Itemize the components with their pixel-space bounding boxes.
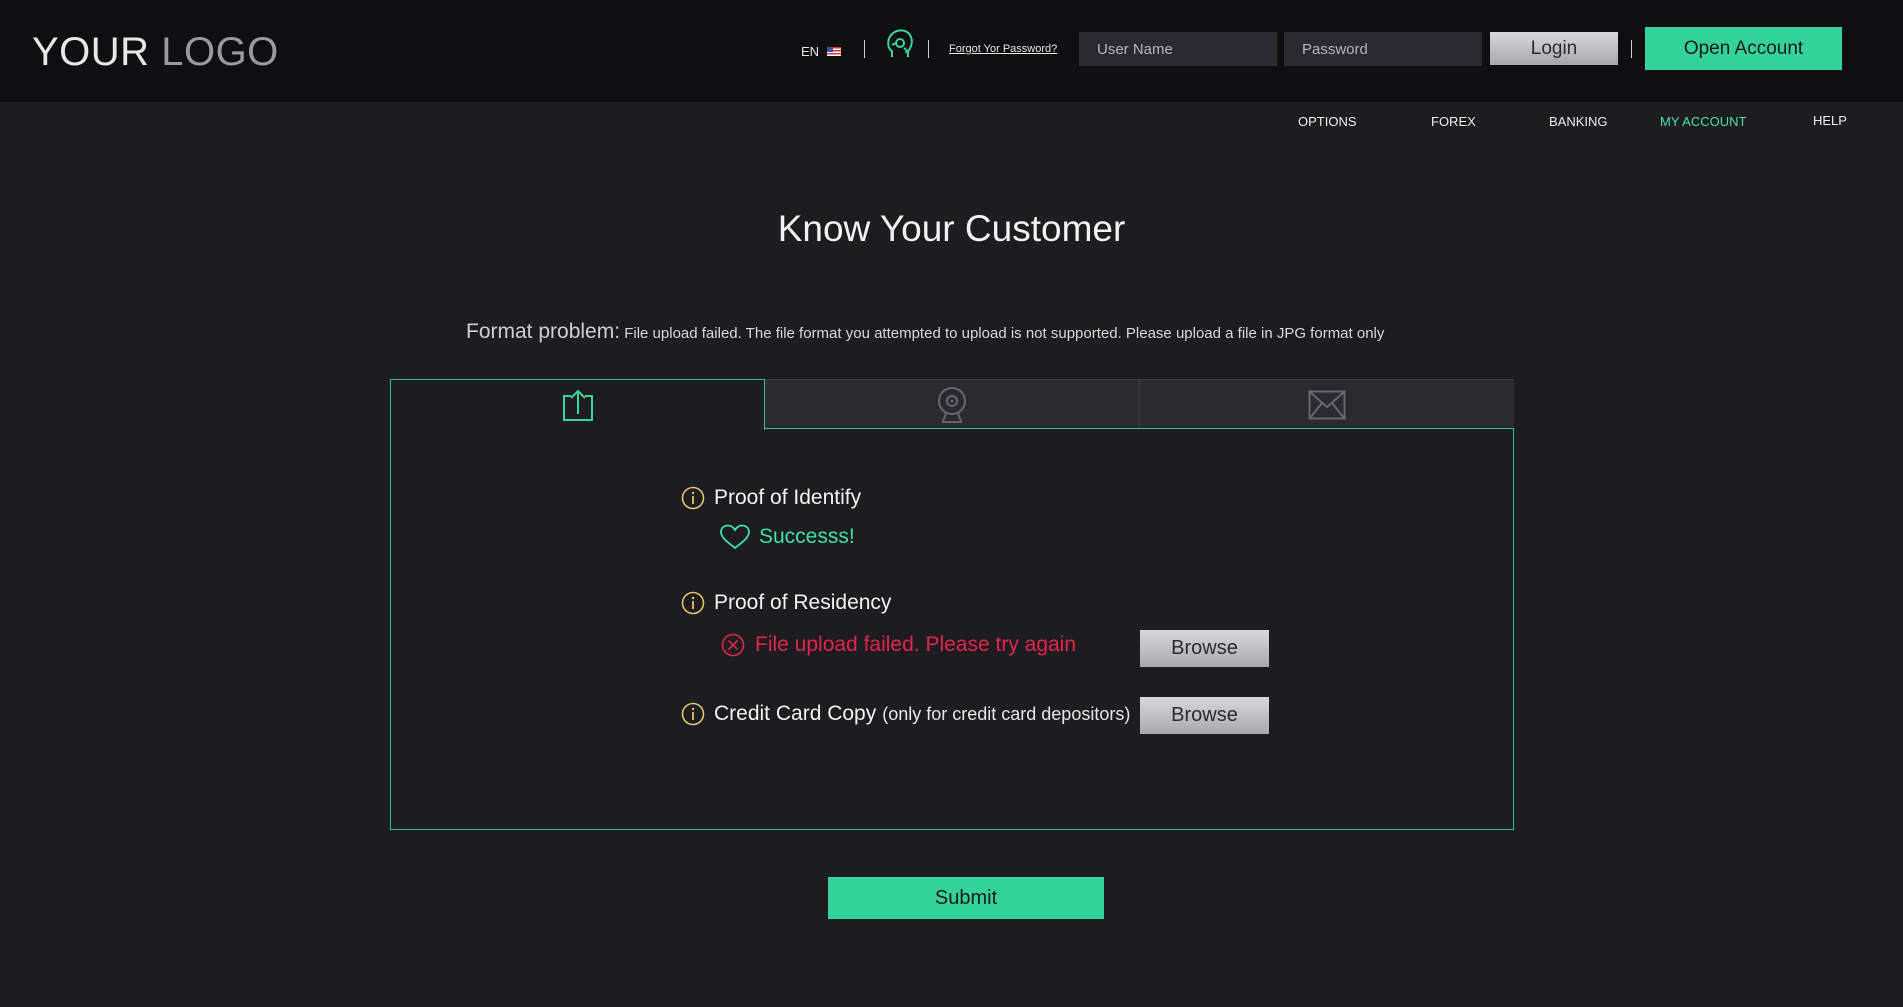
- logo-main-text: YOUR: [32, 30, 150, 74]
- upload-panel: [390, 428, 1514, 830]
- success-status-text: Successs!: [759, 525, 855, 548]
- support-headset-icon[interactable]: [882, 27, 916, 63]
- login-button[interactable]: Login: [1490, 32, 1618, 65]
- format-problem-message: Format problem: File upload failed. The …: [466, 320, 1384, 344]
- heart-icon: [720, 524, 750, 550]
- proof-of-residency-label: Proof of Residency: [714, 591, 892, 614]
- format-problem-title: Format problem:: [466, 320, 621, 343]
- divider: [1631, 40, 1632, 58]
- nav-item-help[interactable]: HELP: [1813, 113, 1847, 128]
- nav-item-my-account[interactable]: MY ACCOUNT: [1660, 114, 1746, 129]
- mail-icon: [1308, 390, 1346, 419]
- proof-of-identity-row: Proof of Identify: [681, 486, 861, 510]
- nav-item-forex[interactable]: FOREX: [1431, 114, 1476, 129]
- divider: [864, 40, 865, 58]
- language-code: EN: [801, 44, 820, 59]
- open-account-button[interactable]: Open Account: [1645, 27, 1842, 70]
- credit-card-browse-button[interactable]: Browse: [1140, 697, 1269, 734]
- credit-card-copy-note: (only for credit card depositors): [882, 703, 1131, 724]
- nav-item-banking[interactable]: BANKING: [1549, 114, 1608, 129]
- tab-upload[interactable]: [390, 379, 765, 430]
- proof-of-residency-row: Proof of Residency: [681, 591, 891, 615]
- webcam-icon: [938, 386, 966, 423]
- kyc-tabs: [390, 379, 1514, 430]
- page-title: Know Your Customer: [777, 208, 1126, 249]
- logo[interactable]: YOUR LOGO: [32, 30, 279, 75]
- info-icon[interactable]: [681, 702, 705, 726]
- tab-webcam[interactable]: [765, 379, 1140, 429]
- proof-of-identity-status: Successs!: [719, 524, 855, 550]
- language-selector[interactable]: EN: [801, 44, 842, 59]
- password-input[interactable]: [1284, 32, 1482, 66]
- upload-icon: [562, 389, 593, 421]
- credit-card-copy-label: Credit Card Copy: [714, 702, 877, 725]
- format-problem-text: File upload failed. The file format you …: [620, 325, 1385, 342]
- username-input[interactable]: [1079, 32, 1277, 66]
- residency-browse-button[interactable]: Browse: [1140, 630, 1269, 667]
- error-icon: [721, 633, 745, 657]
- proof-of-identity-label: Proof of Identify: [714, 486, 862, 509]
- us-flag-icon: [827, 47, 842, 56]
- info-icon[interactable]: [681, 591, 705, 615]
- logo-light-text: LOGO: [161, 30, 279, 74]
- submit-button[interactable]: Submit: [828, 877, 1104, 919]
- info-icon[interactable]: [681, 486, 705, 510]
- error-status-text: File upload failed. Please try again: [755, 633, 1077, 656]
- tab-mail[interactable]: [1140, 379, 1514, 429]
- top-bar: YOUR LOGO EN Forgot Yor Password? Login …: [0, 0, 1903, 102]
- proof-of-residency-status: File upload failed. Please try again: [721, 633, 1076, 657]
- nav-item-options[interactable]: OPTIONS: [1298, 114, 1357, 129]
- divider: [928, 40, 929, 58]
- credit-card-copy-row: Credit Card Copy (only for credit card d…: [681, 702, 1130, 726]
- forgot-password-link[interactable]: Forgot Yor Password?: [949, 43, 1057, 55]
